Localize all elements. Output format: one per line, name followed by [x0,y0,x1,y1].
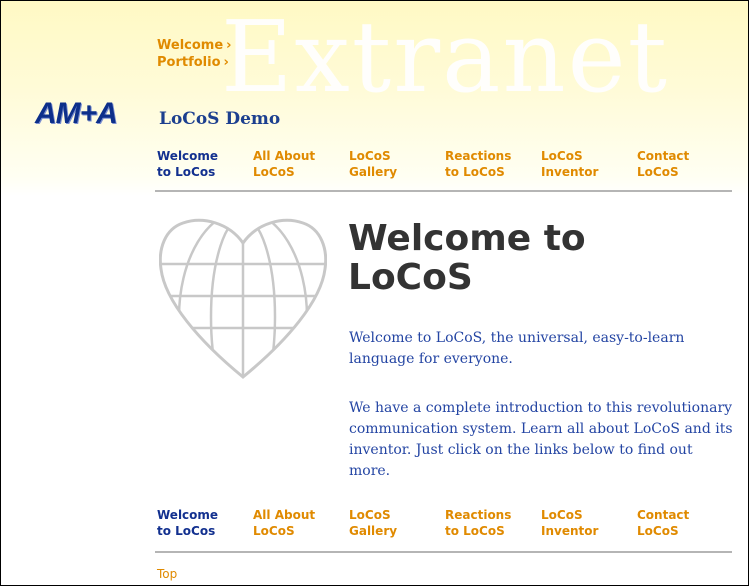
bottom-nav: Welcome to LoCos All About LoCoS LoCoS Gall… [157,507,733,539]
nav-line2: LoCoS [253,524,295,538]
ama-logo[interactable]: AM+A [35,97,118,131]
nav-line1: All About [253,149,316,163]
intro-paragraph: Welcome to LoCoS, the universal, easy-to… [349,330,685,367]
nav-gallery[interactable]: LoCoS Gallery [349,148,445,180]
site-title: LoCoS Demo [159,109,281,129]
nav-line2: Gallery [349,165,398,179]
nav-line1: LoCoS [541,508,583,522]
nav-line1: Reactions [445,508,512,522]
nav-contact[interactable]: Contact LoCoS [637,148,733,180]
back-to-top-link[interactable]: Top [157,567,177,581]
nav-line1: Reactions [445,149,512,163]
breadcrumb-label: Portfolio [157,55,221,70]
nav-inventor[interactable]: LoCoS Inventor [541,148,637,180]
nav-line2: to LoCoS [445,524,505,538]
breadcrumb-portfolio[interactable]: Portfolio › [157,54,232,71]
nav-line2: to LoCos [157,165,216,179]
nav-line2: to LoCos [157,524,216,538]
nav-gallery[interactable]: LoCoS Gallery [349,507,445,539]
page-title: Welcome to LoCoS [348,218,586,298]
breadcrumb: Welcome › Portfolio › [157,37,232,71]
nav-welcome[interactable]: Welcome to LoCos [157,148,253,180]
nav-welcome[interactable]: Welcome to LoCos [157,507,253,539]
top-nav: Welcome to LoCos All About LoCoS LoCoS Gall… [157,148,733,180]
nav-line1: Welcome [157,508,219,522]
nav-reactions[interactable]: Reactions to LoCoS [445,507,541,539]
nav-inventor[interactable]: LoCoS Inventor [541,507,637,539]
nav-line2: Gallery [349,524,398,538]
nav-line2: LoCoS [637,524,679,538]
nav-line1: LoCoS [541,149,583,163]
description-paragraph: We have a complete introduction to this … [349,400,733,479]
nav-line2: Inventor [541,524,599,538]
extranet-watermark: Extranet [221,1,669,115]
nav-line2: Inventor [541,165,599,179]
nav-line1: All About [253,508,316,522]
chevron-right-icon: › [223,55,229,70]
nav-reactions[interactable]: Reactions to LoCoS [445,148,541,180]
nav-contact[interactable]: Contact LoCoS [637,507,733,539]
divider-bottom [155,551,732,553]
breadcrumb-label: Welcome [157,38,224,53]
nav-line1: LoCoS [349,149,391,163]
nav-line2: LoCoS [253,165,295,179]
nav-line1: Contact [637,508,690,522]
chevron-right-icon: › [226,38,232,53]
nav-line1: LoCoS [349,508,391,522]
divider-top [155,190,732,192]
nav-line1: Welcome [157,149,219,163]
nav-line1: Contact [637,149,690,163]
nav-all-about[interactable]: All About LoCoS [253,148,349,180]
nav-line2: to LoCoS [445,165,505,179]
nav-all-about[interactable]: All About LoCoS [253,507,349,539]
page-frame: Extranet Welcome › Portfolio › AM+A LoCoS … [0,0,749,586]
nav-line2: LoCoS [637,165,679,179]
heart-globe-icon [159,218,327,379]
breadcrumb-welcome[interactable]: Welcome › [157,37,232,54]
